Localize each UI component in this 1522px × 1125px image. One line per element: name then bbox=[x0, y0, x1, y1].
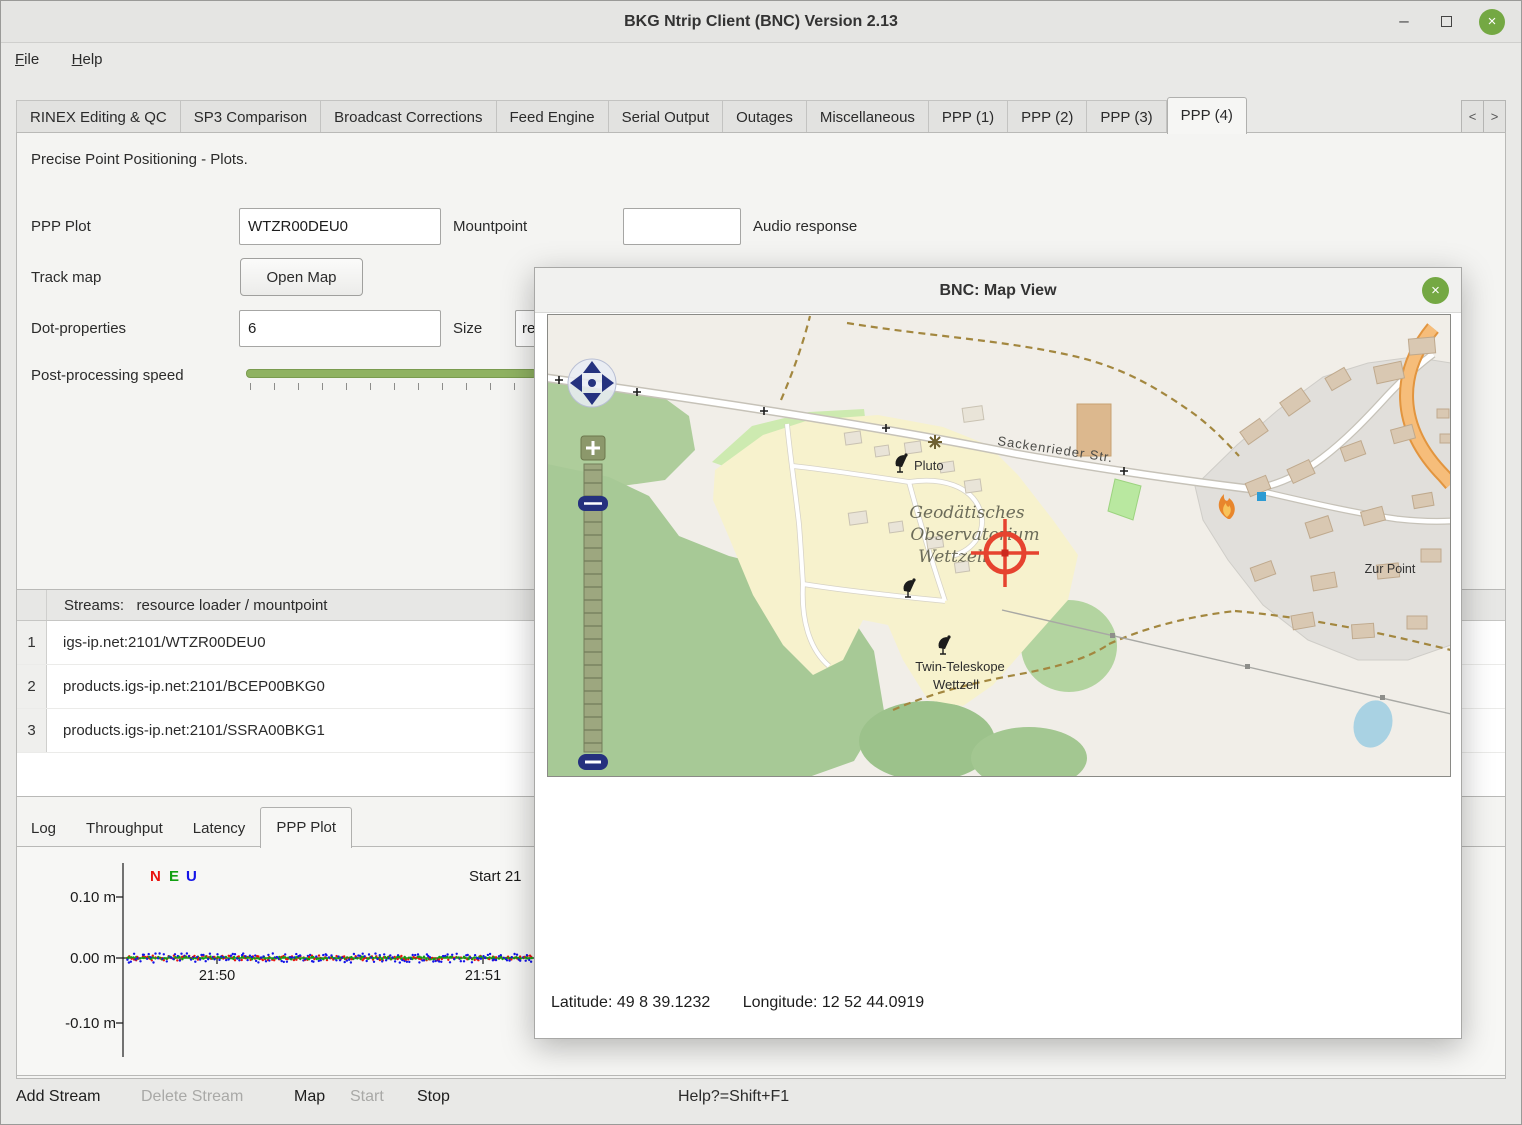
pluto-label: Pluto bbox=[914, 458, 944, 473]
tab-ppp-4[interactable]: PPP (4) bbox=[1167, 97, 1247, 134]
y-tick-neg010: -0.10 m bbox=[65, 1015, 116, 1032]
stop-button[interactable]: Stop bbox=[417, 1088, 450, 1106]
menu-file[interactable]: File bbox=[1, 43, 53, 76]
map-view-dialog: BNC: Map View × bbox=[534, 267, 1462, 1039]
tab-ppp-3[interactable]: PPP (3) bbox=[1086, 100, 1166, 133]
tab-outages[interactable]: Outages bbox=[722, 100, 806, 133]
row-number: 2 bbox=[17, 665, 47, 708]
coordinates-readout: Latitude: 49 8 39.1232 Longitude: 12 52 … bbox=[551, 994, 952, 1012]
dot-properties-input[interactable] bbox=[239, 310, 441, 347]
delete-stream-button: Delete Stream bbox=[141, 1088, 243, 1106]
tab-log[interactable]: Log bbox=[16, 811, 71, 847]
latitude-value: Latitude: 49 8 39.1232 bbox=[551, 994, 710, 1011]
maximize-icon bbox=[1441, 16, 1452, 27]
zur-point-label: Zur Point bbox=[1365, 562, 1416, 576]
tab-scroll-right-icon[interactable]: > bbox=[1483, 100, 1506, 133]
help-shortcut-label: Help?=Shift+F1 bbox=[678, 1088, 789, 1106]
twin-telescope-label-line2: Wettzell bbox=[933, 677, 979, 692]
tab-serial-output[interactable]: Serial Output bbox=[608, 100, 723, 133]
slider-tick-marks bbox=[250, 383, 536, 390]
tab-scroll-arrows: < > bbox=[1462, 100, 1506, 133]
menu-help[interactable]: Help bbox=[58, 43, 117, 76]
pan-control[interactable] bbox=[568, 359, 616, 407]
add-stream-button[interactable]: Add Stream bbox=[16, 1088, 100, 1106]
post-processing-speed-slider[interactable] bbox=[246, 369, 537, 378]
minimize-button[interactable]: – bbox=[1387, 1, 1421, 43]
track-map-label: Track map bbox=[31, 269, 101, 286]
tab-ppp-2[interactable]: PPP (2) bbox=[1007, 100, 1086, 133]
x-tick-2150: 21:50 bbox=[199, 968, 235, 984]
dialog-title: BNC: Map View bbox=[535, 268, 1461, 313]
blue-marker-icon bbox=[1257, 492, 1266, 501]
y-tick-000: 0.00 m bbox=[70, 950, 116, 967]
app-window: BKG Ntrip Client (BNC) Version 2.13 – × … bbox=[0, 0, 1522, 1125]
map-button[interactable]: Map bbox=[294, 1088, 325, 1106]
sun-symbol-icon bbox=[928, 435, 942, 449]
bottom-bar: Add Stream Delete Stream Map Start Stop … bbox=[1, 1074, 1521, 1124]
size-label: Size bbox=[453, 320, 482, 337]
tab-latency[interactable]: Latency bbox=[178, 811, 261, 847]
observatory-label-line3: Wettzell bbox=[918, 547, 988, 567]
mountpoint-input[interactable] bbox=[623, 208, 741, 245]
plot-tab-bar: Log Throughput Latency PPP Plot bbox=[16, 806, 352, 847]
dialog-title-bar: BNC: Map View × bbox=[535, 268, 1461, 313]
plot-start-label: Start 21 bbox=[469, 868, 522, 885]
tab-ppp-plot[interactable]: PPP Plot bbox=[260, 807, 352, 848]
ppp-plot-input[interactable] bbox=[239, 208, 441, 245]
legend-e: E bbox=[169, 868, 179, 885]
tab-miscellaneous[interactable]: Miscellaneous bbox=[806, 100, 928, 133]
menu-bar: File Help bbox=[1, 43, 1521, 79]
window-title: BKG Ntrip Client (BNC) Version 2.13 bbox=[1, 1, 1521, 43]
tab-feed-engine[interactable]: Feed Engine bbox=[496, 100, 608, 133]
y-tick-010: 0.10 m bbox=[70, 889, 116, 906]
legend-n: N bbox=[150, 868, 161, 885]
tab-rinex-editing[interactable]: RINEX Editing & QC bbox=[16, 100, 180, 133]
mountpoint-label: Mountpoint bbox=[453, 218, 527, 235]
map-canvas[interactable]: Sackenrieder Str. Pluto Geodätisches Obs… bbox=[547, 314, 1451, 777]
stream-mountpoint: products.igs-ip.net:2101/BCEP00BKG0 bbox=[47, 665, 325, 708]
tab-broadcast-corrections[interactable]: Broadcast Corrections bbox=[320, 100, 495, 133]
tab-throughput[interactable]: Throughput bbox=[71, 811, 178, 847]
open-map-button[interactable]: Open Map bbox=[240, 258, 363, 296]
main-tab-bar: RINEX Editing & QC SP3 Comparison Broadc… bbox=[16, 96, 1506, 133]
title-bar: BKG Ntrip Client (BNC) Version 2.13 – × bbox=[1, 1, 1521, 43]
tab-sp3-comparison[interactable]: SP3 Comparison bbox=[180, 100, 320, 133]
tab-scroll-left-icon[interactable]: < bbox=[1461, 100, 1484, 133]
observatory-label-line1: Geodätisches bbox=[909, 503, 1024, 523]
dot-properties-label: Dot-properties bbox=[31, 320, 126, 337]
close-button[interactable]: × bbox=[1479, 9, 1505, 35]
dialog-close-button[interactable]: × bbox=[1422, 277, 1449, 304]
panel-heading: Precise Point Positioning - Plots. bbox=[31, 151, 248, 168]
twin-telescope-label-line1: Twin-Teleskope bbox=[915, 659, 1005, 674]
tab-ppp-1[interactable]: PPP (1) bbox=[928, 100, 1007, 133]
x-tick-2151: 21:51 bbox=[465, 968, 501, 984]
audio-response-label: Audio response bbox=[753, 218, 857, 235]
stream-mountpoint: products.igs-ip.net:2101/SSRA00BKG1 bbox=[47, 709, 325, 752]
post-processing-speed-label: Post-processing speed bbox=[31, 367, 184, 384]
row-number: 1 bbox=[17, 621, 47, 664]
streams-header-text: Streams: resource loader / mountpoint bbox=[47, 590, 327, 620]
start-button: Start bbox=[350, 1088, 384, 1106]
row-number: 3 bbox=[17, 709, 47, 752]
longitude-value: Longitude: 12 52 44.0919 bbox=[743, 994, 925, 1011]
ppp-plot-label: PPP Plot bbox=[31, 218, 91, 235]
maximize-button[interactable] bbox=[1429, 1, 1463, 43]
streams-header-gutter bbox=[17, 590, 47, 620]
legend-u: U bbox=[186, 868, 197, 885]
stream-mountpoint: igs-ip.net:2101/WTZR00DEU0 bbox=[47, 621, 266, 664]
